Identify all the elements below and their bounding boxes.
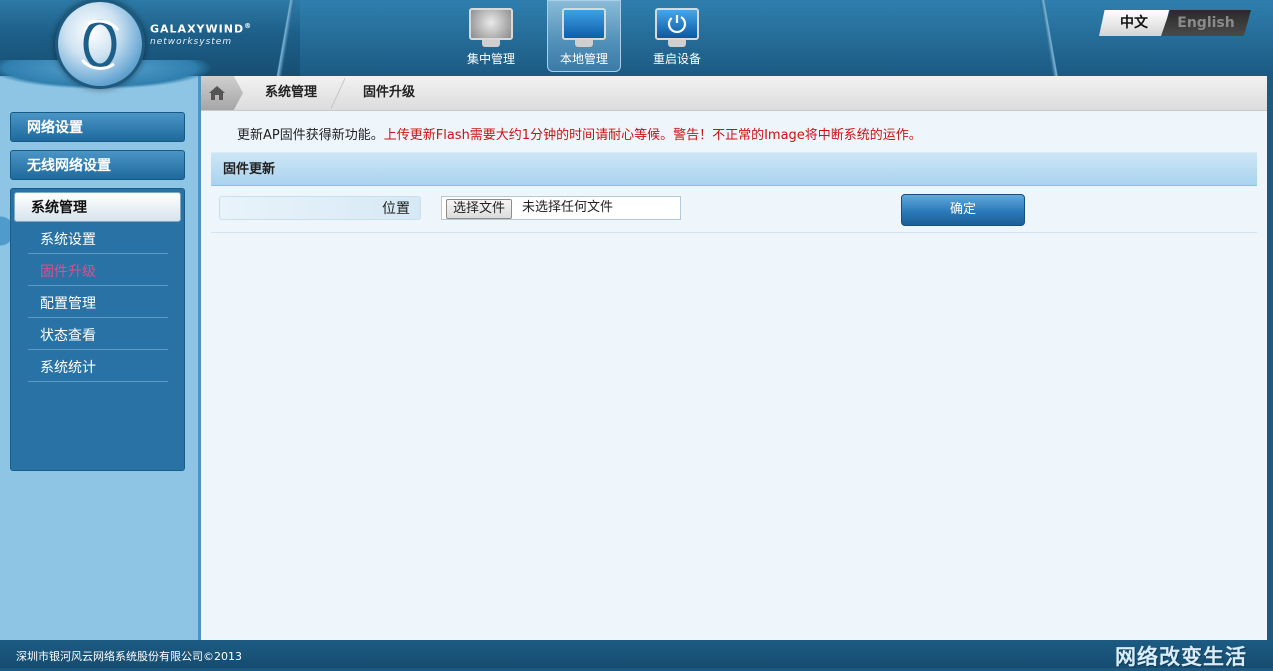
section-title: 固件更新 — [211, 152, 1257, 186]
language-chinese-button[interactable]: 中文 — [1099, 10, 1169, 36]
file-status-text: 未选择任何文件 — [522, 200, 614, 215]
main-content: 系统管理 固件升级 更新AP固件获得新功能。上传更新Flash需要大约1分钟的时… — [198, 76, 1267, 640]
copyright-text: 深圳市银河风云网络系统股份有限公司©2013 — [16, 650, 242, 663]
monitor-stand — [575, 40, 593, 47]
sidebar-item-wireless-settings[interactable]: 无线网络设置 — [10, 150, 185, 180]
monitor-stand — [668, 40, 686, 47]
monitor-disc-icon — [469, 8, 513, 40]
upgrade-notice: 更新AP固件获得新功能。上传更新Flash需要大约1分钟的时间请耐心等候。警告！… — [237, 124, 922, 143]
footer: 深圳市银河风云网络系统股份有限公司©2013 网络改变生活 — [0, 640, 1273, 669]
brand-text: GALAXYWIND® networksystem — [150, 22, 252, 47]
footer-slogan: 网络改变生活 — [1115, 645, 1247, 669]
confirm-button[interactable]: 确定 — [901, 194, 1025, 226]
brand-name: GALAXYWIND — [150, 22, 245, 36]
sidebar-item-network-settings[interactable]: 网络设置 — [10, 112, 185, 142]
galaxywind-logo — [58, 2, 142, 86]
breadcrumb-level2: 固件升级 — [363, 85, 416, 100]
brand-tagline: networksystem — [150, 36, 233, 47]
breadcrumb-level1[interactable]: 系统管理 — [265, 76, 317, 110]
sidebar-group-system: 系统管理 系统设置 固件升级 配置管理 状态查看 系统统计 — [10, 188, 185, 471]
nav-reboot-device[interactable]: 重启设备 — [640, 0, 714, 72]
language-english-button[interactable]: English — [1161, 10, 1251, 36]
header-divider-right — [1025, 0, 1073, 76]
sidebar-group-network: 网络设置 — [10, 112, 185, 142]
logo-area — [0, 0, 270, 100]
right-edge — [1267, 76, 1273, 640]
nav-local-management[interactable]: 本地管理 — [547, 0, 621, 72]
nav-centralized-management[interactable]: 集中管理 — [454, 0, 528, 72]
brand-registered: ® — [244, 22, 253, 30]
nav-label: 集中管理 — [466, 52, 515, 66]
sidebar-subitem-status-view[interactable]: 状态查看 — [28, 318, 168, 350]
sidebar-item-system-management[interactable]: 系统管理 — [14, 192, 181, 222]
nav-label: 重启设备 — [652, 52, 701, 66]
monitor-gears-icon — [562, 8, 606, 40]
sidebar-subitem-firmware-upgrade[interactable]: 固件升级 — [28, 254, 168, 286]
breadcrumb-separator — [331, 76, 345, 110]
file-input[interactable]: 选择文件 未选择任何文件 — [441, 196, 681, 220]
monitor-stand — [482, 40, 500, 47]
notice-warning-text: 上传更新Flash需要大约1分钟的时间请耐心等候。警告！不正常的Image将中断… — [383, 128, 922, 143]
sidebar-group-wireless: 无线网络设置 — [10, 150, 185, 180]
choose-file-button[interactable]: 选择文件 — [446, 199, 513, 219]
notice-normal-text: 更新AP固件获得新功能。 — [237, 128, 384, 143]
nav-label: 本地管理 — [559, 52, 608, 66]
language-switch: 中文 English — [1099, 10, 1251, 36]
sidebar-subitem-system-statistics[interactable]: 系统统计 — [28, 350, 168, 382]
location-label: 位置 — [219, 196, 421, 220]
firmware-upload-row: 位置 选择文件 未选择任何文件 确定 — [211, 186, 1257, 233]
sidebar-subitem-config-management[interactable]: 配置管理 — [28, 286, 168, 318]
sidebar-subitem-system-settings[interactable]: 系统设置 — [28, 222, 168, 254]
monitor-power-icon — [655, 8, 699, 40]
sidebar: 网络设置 无线网络设置 系统管理 系统设置 固件升级 配置管理 状态查看 系统统… — [0, 76, 198, 640]
breadcrumb: 系统管理 固件升级 — [201, 76, 1267, 111]
